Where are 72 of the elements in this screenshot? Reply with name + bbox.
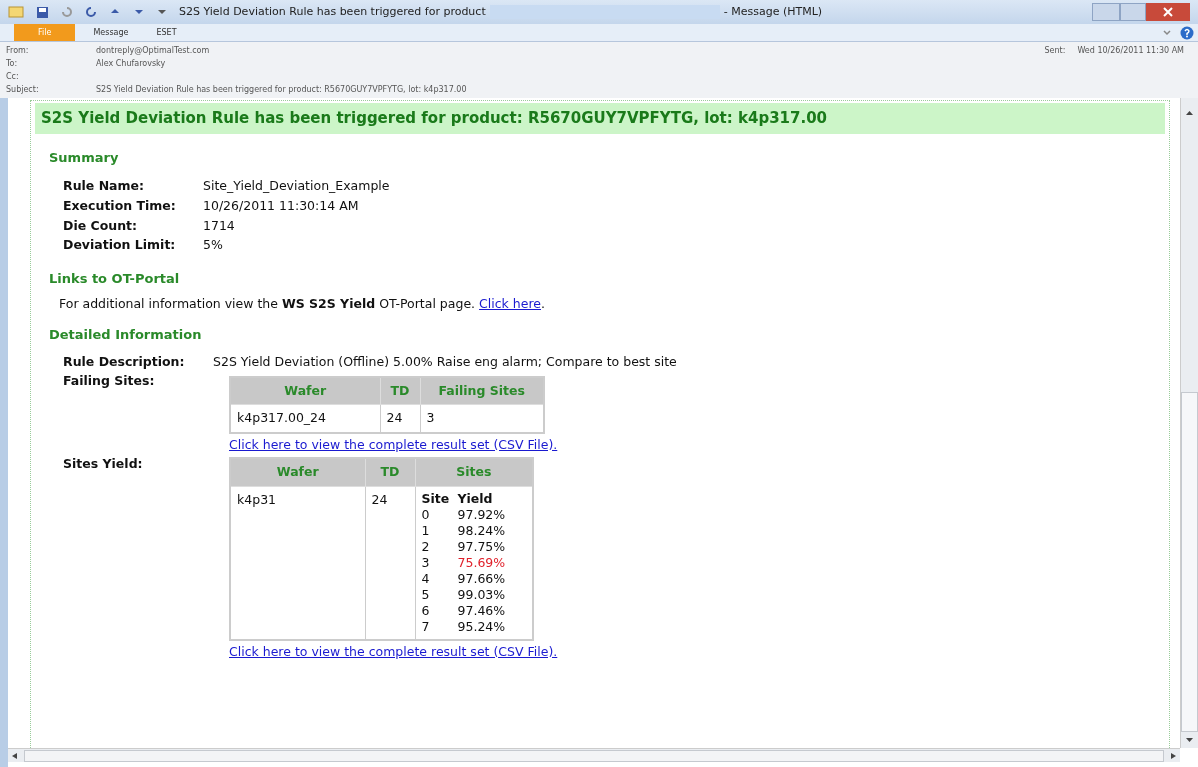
redo-icon[interactable]	[85, 6, 97, 18]
ribbon-tab[interactable]: ESET	[146, 24, 187, 41]
field-value: Site_Yield_Deviation_Example	[203, 177, 390, 195]
header-label: Subject:	[6, 83, 40, 96]
yield-value: 98.24%	[457, 522, 507, 539]
column-header: Failing Sites	[420, 376, 544, 405]
alert-banner: S2S Yield Deviation Rule has been triggered for product: R5670GUY7VPFYTG, lot: k4p317.00	[35, 103, 1165, 134]
column-header: Wafer	[230, 457, 365, 486]
up-arrow-icon	[1186, 110, 1193, 116]
window-title: - Message (HTML)	[723, 3, 823, 20]
header-label: To:	[6, 57, 19, 70]
sent-value: Wed 10/26/2011 11:30 AM	[1077, 45, 1184, 57]
yield-value: 97.66%	[457, 570, 507, 587]
field-label: Rule Name:	[63, 177, 146, 195]
header-value: S2S Yield Deviation Rule has been triggered for product: R5670GUY7VPFYTG, lot: k4p317.00	[96, 83, 467, 96]
column-header: TD	[365, 457, 415, 486]
field-value: 5%	[203, 236, 224, 255]
left-arrow-icon	[12, 752, 18, 759]
window-title: S2S Yield Deviation Rule has been triggered for product	[179, 3, 486, 20]
site-number: 2	[421, 538, 431, 555]
field-label: Deviation Limit:	[63, 236, 177, 255]
site-number: 4	[421, 570, 431, 587]
header-value: dontreply@OptimalTest.com	[96, 44, 210, 57]
close-icon	[1163, 7, 1173, 17]
field-value: 1714	[203, 216, 236, 235]
csv-link[interactable]: Click here to view the complete result set (CSV File).	[229, 642, 558, 662]
sub-column-header: Yield	[457, 490, 494, 507]
header-label: Cc:	[6, 70, 20, 83]
site-number: 1	[421, 522, 431, 539]
save-icon[interactable]	[36, 5, 49, 19]
info-text: For additional information view the WS S2S Yield OT-Portal page.	[59, 294, 476, 313]
portal-link[interactable]: Click here	[479, 294, 541, 314]
yield-value: 97.92%	[457, 506, 507, 523]
help-icon[interactable]	[1180, 25, 1194, 40]
sent-label: Sent:	[1044, 45, 1066, 57]
scrollbar-thumb[interactable]	[1181, 392, 1198, 732]
header-value: Alex Chufarovsky	[96, 57, 166, 70]
site-number: 6	[421, 602, 431, 619]
field-label: Execution Time:	[63, 196, 177, 215]
horizontal-scrollbar[interactable]	[24, 749, 1164, 762]
section-heading: Links to OT-Portal	[49, 270, 181, 288]
site-number: 7	[421, 618, 431, 635]
yield-value: 97.75%	[457, 538, 507, 555]
down-arrow-icon	[1186, 737, 1193, 743]
column-header: TD	[380, 376, 420, 405]
csv-link[interactable]: Click here to view the complete result set (CSV File).	[229, 436, 558, 455]
yield-value: 99.03%	[457, 586, 507, 603]
field-value: 10/26/2011 11:30:14 AM	[203, 196, 360, 215]
collapse-icon[interactable]	[1162, 27, 1172, 38]
field-label: Die Count:	[63, 216, 139, 235]
yield-value: 97.46%	[457, 602, 507, 619]
right-arrow-icon	[1170, 752, 1176, 759]
field-value: S2S Yield Deviation (Offline) 5.00% Raise eng alarm; Compare to best site	[213, 352, 677, 371]
yield-value: 75.69%	[457, 554, 507, 571]
sub-column-header: Site	[421, 490, 451, 507]
header-label: From:	[6, 44, 30, 57]
site-number: 0	[421, 506, 431, 523]
column-header: Wafer	[230, 376, 380, 405]
yield-value: 95.24%	[457, 618, 507, 635]
field-label: Failing Sites:	[63, 371, 156, 390]
ribbon-tab[interactable]: Message	[83, 24, 139, 41]
section-heading: Summary	[49, 148, 120, 167]
site-number: 5	[421, 586, 431, 603]
field-label: Sites Yield:	[63, 454, 144, 473]
section-heading: Detailed Information	[49, 326, 203, 345]
punctuation: .	[541, 294, 545, 313]
customize-icon[interactable]	[157, 7, 167, 17]
field-label: Rule Description:	[63, 352, 186, 371]
envelope-icon	[8, 6, 24, 18]
close-button[interactable]	[1146, 3, 1190, 21]
column-header: Sites	[415, 457, 533, 486]
site-number: 3	[421, 554, 431, 571]
